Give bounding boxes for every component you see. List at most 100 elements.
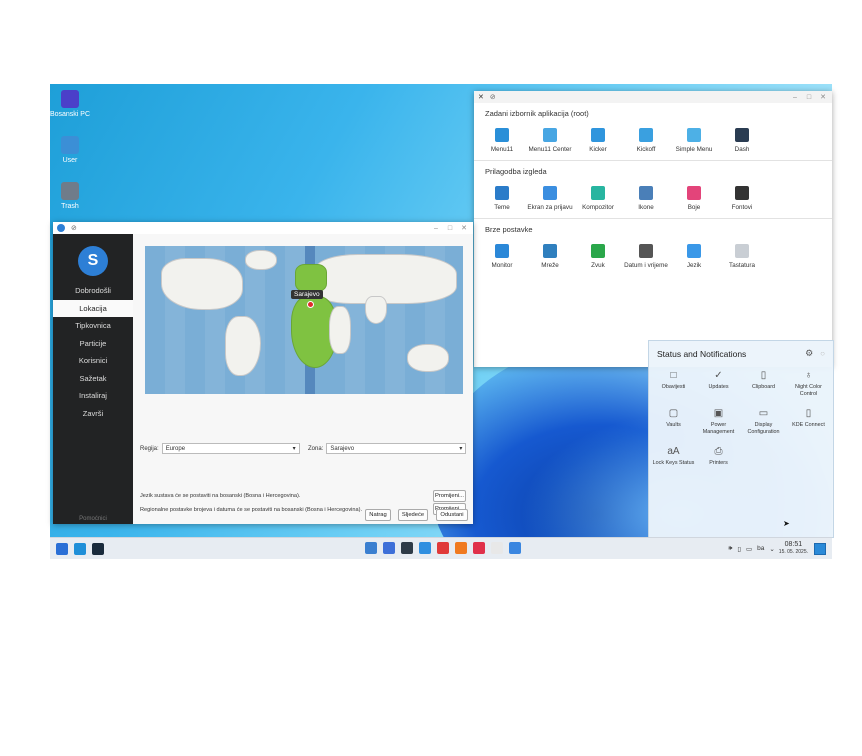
maximize-button[interactable]: □: [804, 94, 814, 101]
chevron-down-icon[interactable]: ⌄: [769, 545, 774, 553]
status-item[interactable]: ▭ Display Configuration: [741, 403, 786, 441]
minimize-button[interactable]: –: [790, 94, 800, 101]
region-row: Regija: Europe ▾: [140, 443, 300, 454]
mouse-cursor-icon: ➤: [783, 519, 790, 528]
pin-icon[interactable]: ⊘: [71, 224, 77, 232]
system-tray: 🕪 ▯ ▭ ba ⌄ 08:51 15. 05. 2025.: [728, 541, 826, 556]
india: [365, 296, 387, 324]
region-select[interactable]: Europe ▾: [161, 443, 300, 454]
discover-icon[interactable]: [419, 542, 431, 554]
desktop-icon[interactable]: User: [50, 136, 96, 164]
display-icon: ▭: [758, 408, 769, 419]
keyboard-layout[interactable]: ba: [757, 545, 764, 552]
settings-tile[interactable]: Kicker: [574, 123, 622, 154]
location-pin: [307, 301, 314, 308]
cancel-button[interactable]: Odustani: [436, 509, 468, 521]
settings-tile[interactable]: Simple Menu: [670, 123, 718, 154]
status-item-label: Printers: [709, 460, 728, 466]
gear-icon[interactable]: ⚙: [805, 348, 813, 359]
tile-icon: [735, 186, 749, 200]
media-player-icon[interactable]: [437, 542, 449, 554]
settings-tile[interactable]: Ekran za prijavu: [526, 181, 574, 212]
app-x-icon: ✕: [478, 94, 484, 101]
settings-tile[interactable]: Mreže: [526, 239, 574, 270]
north-america: [161, 258, 243, 310]
chevron-down-icon: ▾: [292, 446, 296, 452]
tile-label: Boje: [687, 204, 701, 211]
settings-tile[interactable]: Jezik: [670, 239, 718, 270]
settings-tile[interactable]: Fontovi: [718, 181, 766, 212]
status-item[interactable]: ♁ Night Color Control: [786, 365, 831, 403]
app-menu-icon[interactable]: [56, 542, 68, 555]
installer-sidebar: S Dobrodošli Lokacija Tipkovnica Particije K…: [53, 234, 133, 524]
world-map[interactable]: Sarajevo: [145, 246, 463, 394]
clipboard-tray-icon[interactable]: ▯: [737, 545, 741, 553]
file-manager-icon[interactable]: [365, 542, 377, 554]
status-item-label: Updates: [708, 384, 729, 390]
status-item[interactable]: ▯ Clipboard: [741, 365, 786, 403]
tile-label: Jezik: [686, 262, 702, 269]
status-item[interactable]: ⎙ Printers: [696, 441, 741, 479]
terminal-app-icon[interactable]: [92, 542, 104, 555]
lock-keys-icon: aA: [667, 446, 680, 457]
status-item[interactable]: ▯ KDE Connect: [786, 403, 831, 441]
settings-tile[interactable]: Ikone: [622, 181, 670, 212]
settings-tile[interactable]: Datum i vrijeme: [622, 239, 670, 270]
settings-tile[interactable]: Monitor: [478, 239, 526, 270]
tile-label: Kompozitor: [582, 204, 614, 211]
x-tool-icon[interactable]: [491, 542, 503, 554]
tile-label: Menu11: [490, 146, 514, 153]
australia: [407, 344, 449, 372]
system-monitor-icon[interactable]: [401, 542, 413, 554]
change-language-button[interactable]: Promijeni...: [433, 490, 466, 502]
settings-tile[interactable]: Teme: [478, 181, 526, 212]
status-item[interactable]: ✓ Updates: [696, 365, 741, 403]
desktop-icon[interactable]: Bosanski PC: [50, 90, 96, 118]
volume-icon[interactable]: 🕪: [728, 545, 732, 553]
desktop-icon-label: User: [62, 157, 78, 164]
status-item[interactable]: ▢ Vaults: [651, 403, 696, 441]
sidebar-step: Particije: [79, 338, 107, 348]
menu-window-titlebar: ✕ ⊘ – □ ✕: [474, 91, 832, 103]
sidebar-step: Instaliraj: [79, 391, 107, 400]
maximize-button[interactable]: □: [445, 225, 455, 232]
desktop-icon-image: [61, 182, 79, 200]
sidebar-step: Dobrodošli: [75, 286, 111, 295]
settings-tile[interactable]: Zvuk: [574, 239, 622, 270]
zone-row: Zona: Sarajevo ▾: [308, 443, 467, 454]
next-button[interactable]: Sljedeće: [398, 509, 428, 521]
clock[interactable]: 08:51 15. 05. 2025.: [779, 541, 808, 556]
settings-tile[interactable]: Menu11 Center: [526, 123, 574, 154]
close-button[interactable]: ✕: [459, 224, 469, 232]
music-icon[interactable]: [473, 542, 485, 554]
settings-tile[interactable]: Kompozitor: [574, 181, 622, 212]
desktop-icon-image: [61, 136, 79, 154]
section-title: Brze postavke: [485, 225, 533, 234]
firefox-icon[interactable]: [455, 542, 467, 554]
network-icon[interactable]: ▭: [746, 545, 752, 553]
desktop-icon-label: Bosanski PC: [50, 111, 91, 118]
status-item[interactable]: ▣ Power Management: [696, 403, 741, 441]
settings-tile[interactable]: Kickoff: [622, 123, 670, 154]
settings-tile[interactable]: Dash: [718, 123, 766, 154]
zone-select[interactable]: Sarajevo ▾: [326, 443, 467, 454]
desktop-icon[interactable]: Trash: [50, 182, 96, 210]
pin-icon[interactable]: ⊘: [490, 93, 496, 101]
pin-icon[interactable]: ○: [820, 349, 825, 358]
minimize-button[interactable]: –: [431, 225, 441, 232]
store-icon[interactable]: [383, 542, 395, 554]
status-item[interactable]: aA Lock Keys Status: [651, 441, 696, 479]
settings-tile[interactable]: Tastatura: [718, 239, 766, 270]
close-button[interactable]: ✕: [818, 93, 828, 101]
status-item[interactable]: □ Obavijesti: [651, 365, 696, 403]
settings-app-icon[interactable]: [74, 542, 86, 555]
greenland: [245, 250, 277, 270]
settings-tile[interactable]: Boje: [670, 181, 718, 212]
tile-label: Mreže: [541, 262, 559, 269]
installer-icon[interactable]: [509, 542, 521, 554]
back-button[interactable]: Natrag: [365, 509, 391, 521]
settings-tile[interactable]: Menu11: [478, 123, 526, 154]
show-desktop-button[interactable]: [814, 542, 826, 555]
desktop-icon-image: [61, 90, 79, 108]
tile-icon: [591, 128, 605, 142]
